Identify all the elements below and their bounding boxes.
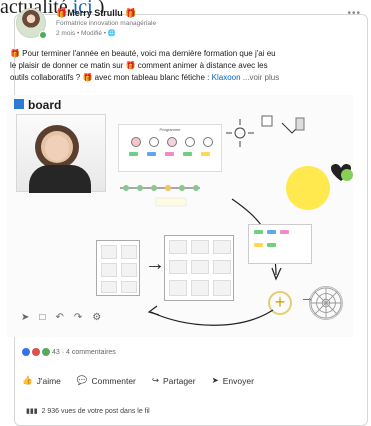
thumb-icon: 👍 xyxy=(22,375,33,385)
board-logo-text: board xyxy=(28,98,62,112)
ellipsis-icon[interactable]: ••• xyxy=(347,8,361,19)
presenter-video xyxy=(16,114,106,193)
share-icon: ↪ xyxy=(151,375,160,385)
board-toolbar: ➤ □ ↶ ↷ ⚙ xyxy=(21,307,131,327)
program-card: Programme xyxy=(118,124,222,172)
see-more-link[interactable]: ...voir plus xyxy=(241,73,279,82)
send-label: Envoyer xyxy=(222,375,254,386)
post-text-fragment: outils collaboratifs ? 🎁 avec mon tablea… xyxy=(10,73,212,82)
post-meta: 2 mois • Modifié • 🌐 xyxy=(56,30,116,37)
bottom-loop-arrow xyxy=(147,305,274,326)
comment-icon: 💬 xyxy=(76,375,88,385)
send-icon: ➤ xyxy=(211,375,219,385)
post-text-line: le plaisir de donner ce matin sur 🎁 comm… xyxy=(10,61,268,70)
cursor-icon[interactable]: ➤ xyxy=(21,312,29,323)
web-icon xyxy=(309,286,343,320)
post-actions: 👍 J'aime 💬 Commenter ↪ Partager ➤ Envoyer xyxy=(22,375,254,386)
send-button[interactable]: ➤ Envoyer xyxy=(212,375,254,386)
post-text: 🎁 Pour terminer l'année en beauté, voici… xyxy=(10,48,350,84)
reaction-summary[interactable]: 43 · 4 commentaires xyxy=(22,348,116,356)
select-icon[interactable]: □ xyxy=(39,312,45,323)
grid-card-left xyxy=(96,240,140,296)
settings-icon[interactable]: ⚙ xyxy=(92,312,101,323)
post-text-line: outils collaboratifs ? 🎁 avec mon tablea… xyxy=(10,72,350,84)
green-dot xyxy=(341,169,353,181)
views-summary[interactable]: ▮▮▮ 2 936 vues de votre post dans le fil xyxy=(26,407,150,416)
love-reaction-icon xyxy=(32,348,40,356)
comment-button[interactable]: 💬 Commenter xyxy=(77,375,136,386)
undo-icon[interactable]: ↶ xyxy=(55,312,63,323)
arrow-right: → xyxy=(145,253,165,275)
author-title: Formatrice innovation managériale xyxy=(56,20,157,27)
post-text-line: 🎁 Pour terminer l'année en beauté, voici… xyxy=(10,49,276,58)
like-button[interactable]: 👍 J'aime xyxy=(22,375,61,386)
klaxoon-link[interactable]: Klaxoon xyxy=(212,73,241,82)
program-title: Programme xyxy=(159,127,181,132)
share-label: Partager xyxy=(163,375,196,386)
sticky-board-right xyxy=(248,224,312,264)
comment-label: Commenter xyxy=(91,375,136,386)
board-logo: board xyxy=(14,98,61,112)
share-button[interactable]: ↪ Partager xyxy=(152,375,196,386)
like-label: J'aime xyxy=(36,375,61,386)
redo-icon[interactable]: ↷ xyxy=(74,312,82,323)
views-text: 2 936 vues de votre post dans le fil xyxy=(41,407,150,415)
author-name[interactable]: 🎁Merry Strullu 🎁 xyxy=(56,8,136,19)
timeline-diagram xyxy=(120,185,200,207)
bar-chart-icon: ▮▮▮ xyxy=(26,408,38,415)
reaction-count: 43 · 4 commentaires xyxy=(52,348,116,356)
insight-reaction-icon xyxy=(42,348,50,356)
board-icons xyxy=(226,115,305,147)
like-reaction-icon xyxy=(22,348,30,356)
online-status-dot xyxy=(39,31,47,39)
